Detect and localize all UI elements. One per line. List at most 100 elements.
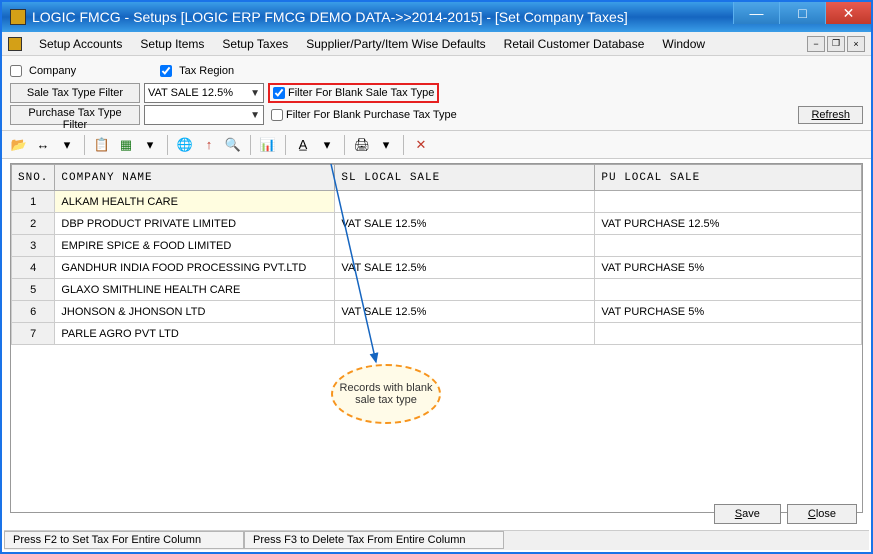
cell-sl[interactable] xyxy=(335,323,595,345)
cell-sl[interactable]: VAT SALE 12.5% xyxy=(335,213,595,235)
menu-supplier-defaults[interactable]: Supplier/Party/Item Wise Defaults xyxy=(297,34,494,54)
excel-icon[interactable]: ▦ xyxy=(117,136,135,154)
filter-blank-sale-highlighted: Filter For Blank Sale Tax Type xyxy=(268,83,439,103)
chevron-down-icon: ▼ xyxy=(250,88,260,99)
cell-company[interactable]: EMPIRE SPICE & FOOD LIMITED xyxy=(55,235,335,257)
app-icon-small xyxy=(8,37,22,51)
col-sno[interactable]: SNO. xyxy=(12,165,55,191)
minimize-button[interactable]: — xyxy=(733,2,779,24)
table-row[interactable]: 2DBP PRODUCT PRIVATE LIMITEDVAT SALE 12.… xyxy=(12,213,862,235)
close-panel-button[interactable]: Close xyxy=(787,504,857,524)
col-sl-local[interactable]: SL LOCAL SALE xyxy=(335,165,595,191)
filter-blank-sale-label: Filter For Blank Sale Tax Type xyxy=(288,87,434,99)
table-row[interactable]: 4GANDHUR INDIA FOOD PROCESSING PVT.LTDVA… xyxy=(12,257,862,279)
filter-blank-purchase-checkbox[interactable] xyxy=(271,109,283,121)
cell-sl[interactable] xyxy=(335,191,595,213)
cell-sno: 5 xyxy=(12,279,55,301)
status-f3: Press F3 to Delete Tax From Entire Colum… xyxy=(244,531,504,549)
dropdown4-icon[interactable]: ▾ xyxy=(377,136,395,154)
tax-region-checkbox[interactable] xyxy=(160,65,172,77)
cell-sl[interactable]: VAT SALE 12.5% xyxy=(335,257,595,279)
up-arrow-icon[interactable]: ↑ xyxy=(200,136,218,154)
cell-company[interactable]: JHONSON & JHONSON LTD xyxy=(55,301,335,323)
resize-icon[interactable]: ↔ xyxy=(34,136,52,154)
cell-company[interactable]: GANDHUR INDIA FOOD PROCESSING PVT.LTD xyxy=(55,257,335,279)
menu-setup-items[interactable]: Setup Items xyxy=(131,34,213,54)
filter-panel: Company Tax Region Sale Tax Type Filter … xyxy=(2,56,871,131)
tax-region-label: Tax Region xyxy=(179,65,234,77)
copy-icon[interactable]: 📋 xyxy=(93,136,111,154)
data-grid[interactable]: SNO. COMPANY NAME SL LOCAL SALE PU LOCAL… xyxy=(11,164,862,345)
filter-blank-purchase-label: Filter For Blank Purchase Tax Type xyxy=(286,109,457,121)
cell-sl[interactable] xyxy=(335,235,595,257)
status-f2: Press F2 to Set Tax For Entire Column xyxy=(4,531,244,549)
company-label: Company xyxy=(29,65,76,77)
cell-company[interactable]: ALKAM HEALTH CARE xyxy=(55,191,335,213)
table-row[interactable]: 1ALKAM HEALTH CARE xyxy=(12,191,862,213)
col-company-name[interactable]: COMPANY NAME xyxy=(55,165,335,191)
statusbar: Press F2 to Set Tax For Entire Column Pr… xyxy=(4,530,869,550)
table-row[interactable]: 7PARLE AGRO PVT LTD xyxy=(12,323,862,345)
find-icon[interactable]: 🔍 xyxy=(224,136,242,154)
purchase-tax-filter-button[interactable]: Purchase Tax Type Filter xyxy=(10,105,140,125)
cell-pu[interactable] xyxy=(595,235,862,257)
filter-blank-sale-checkbox[interactable] xyxy=(273,87,285,99)
cell-sno: 1 xyxy=(12,191,55,213)
dropdown2-icon[interactable]: ▾ xyxy=(141,136,159,154)
globe-icon[interactable]: 🌐 xyxy=(176,136,194,154)
data-grid-container: SNO. COMPANY NAME SL LOCAL SALE PU LOCAL… xyxy=(10,163,863,513)
sale-tax-combo-value: VAT SALE 12.5% xyxy=(148,87,233,99)
toolbar: 📂 ↔ ▾ 📋 ▦ ▾ 🌐 ↑ 🔍 📊 A̲ ▾ 🖨 ▾ ✕ xyxy=(2,131,871,159)
cell-company[interactable]: GLAXO SMITHLINE HEALTH CARE xyxy=(55,279,335,301)
cell-pu[interactable] xyxy=(595,191,862,213)
cell-sno: 2 xyxy=(12,213,55,235)
maximize-button[interactable]: □ xyxy=(779,2,825,24)
child-restore-button[interactable]: ❐ xyxy=(827,36,845,52)
chart-icon[interactable]: 📊 xyxy=(259,136,277,154)
company-checkbox[interactable] xyxy=(10,65,22,77)
close-button[interactable]: ✕ xyxy=(825,2,871,24)
table-row[interactable]: 5GLAXO SMITHLINE HEALTH CARE xyxy=(12,279,862,301)
col-pu-local[interactable]: PU LOCAL SALE xyxy=(595,165,862,191)
cell-pu[interactable]: VAT PURCHASE 5% xyxy=(595,301,862,323)
chevron-down-icon: ▼ xyxy=(250,110,260,121)
menu-setup-taxes[interactable]: Setup Taxes xyxy=(213,34,297,54)
cell-sl[interactable] xyxy=(335,279,595,301)
window-title: LOGIC FMCG - Setups [LOGIC ERP FMCG DEMO… xyxy=(32,9,733,25)
cell-pu[interactable] xyxy=(595,279,862,301)
dropdown3-icon[interactable]: ▾ xyxy=(318,136,336,154)
table-row[interactable]: 6JHONSON & JHONSON LTDVAT SALE 12.5%VAT … xyxy=(12,301,862,323)
menu-retail-db[interactable]: Retail Customer Database xyxy=(495,34,654,54)
menu-window[interactable]: Window xyxy=(653,34,714,54)
close-label-rest: lose xyxy=(816,508,836,520)
cell-company[interactable]: DBP PRODUCT PRIVATE LIMITED xyxy=(55,213,335,235)
window-titlebar: LOGIC FMCG - Setups [LOGIC ERP FMCG DEMO… xyxy=(2,2,871,32)
menubar: Setup Accounts Setup Items Setup Taxes S… xyxy=(2,32,871,56)
cell-pu[interactable]: VAT PURCHASE 12.5% xyxy=(595,213,862,235)
cell-sno: 6 xyxy=(12,301,55,323)
annotation-callout: Records with blank sale tax type xyxy=(331,364,441,424)
cell-company[interactable]: PARLE AGRO PVT LTD xyxy=(55,323,335,345)
font-icon[interactable]: A̲ xyxy=(294,136,312,154)
table-row[interactable]: 3EMPIRE SPICE & FOOD LIMITED xyxy=(12,235,862,257)
cell-sno: 4 xyxy=(12,257,55,279)
sale-tax-combo[interactable]: VAT SALE 12.5% ▼ xyxy=(144,83,264,103)
refresh-button[interactable]: Refresh xyxy=(798,106,863,124)
menu-setup-accounts[interactable]: Setup Accounts xyxy=(30,34,131,54)
app-icon xyxy=(10,9,26,25)
cell-pu[interactable] xyxy=(595,323,862,345)
save-label-rest: ave xyxy=(742,508,760,520)
child-close-button[interactable]: × xyxy=(847,36,865,52)
open-icon[interactable]: 📂 xyxy=(10,136,28,154)
cell-sno: 3 xyxy=(12,235,55,257)
child-minimize-button[interactable]: − xyxy=(807,36,825,52)
purchase-tax-combo[interactable]: ▼ xyxy=(144,105,264,125)
cell-sl[interactable]: VAT SALE 12.5% xyxy=(335,301,595,323)
print-icon[interactable]: 🖨 xyxy=(353,136,371,154)
sale-tax-filter-button[interactable]: Sale Tax Type Filter xyxy=(10,83,140,103)
dropdown-icon[interactable]: ▾ xyxy=(58,136,76,154)
cell-pu[interactable]: VAT PURCHASE 5% xyxy=(595,257,862,279)
cell-sno: 7 xyxy=(12,323,55,345)
delete-icon[interactable]: ✕ xyxy=(412,136,430,154)
save-button[interactable]: Save xyxy=(714,504,781,524)
